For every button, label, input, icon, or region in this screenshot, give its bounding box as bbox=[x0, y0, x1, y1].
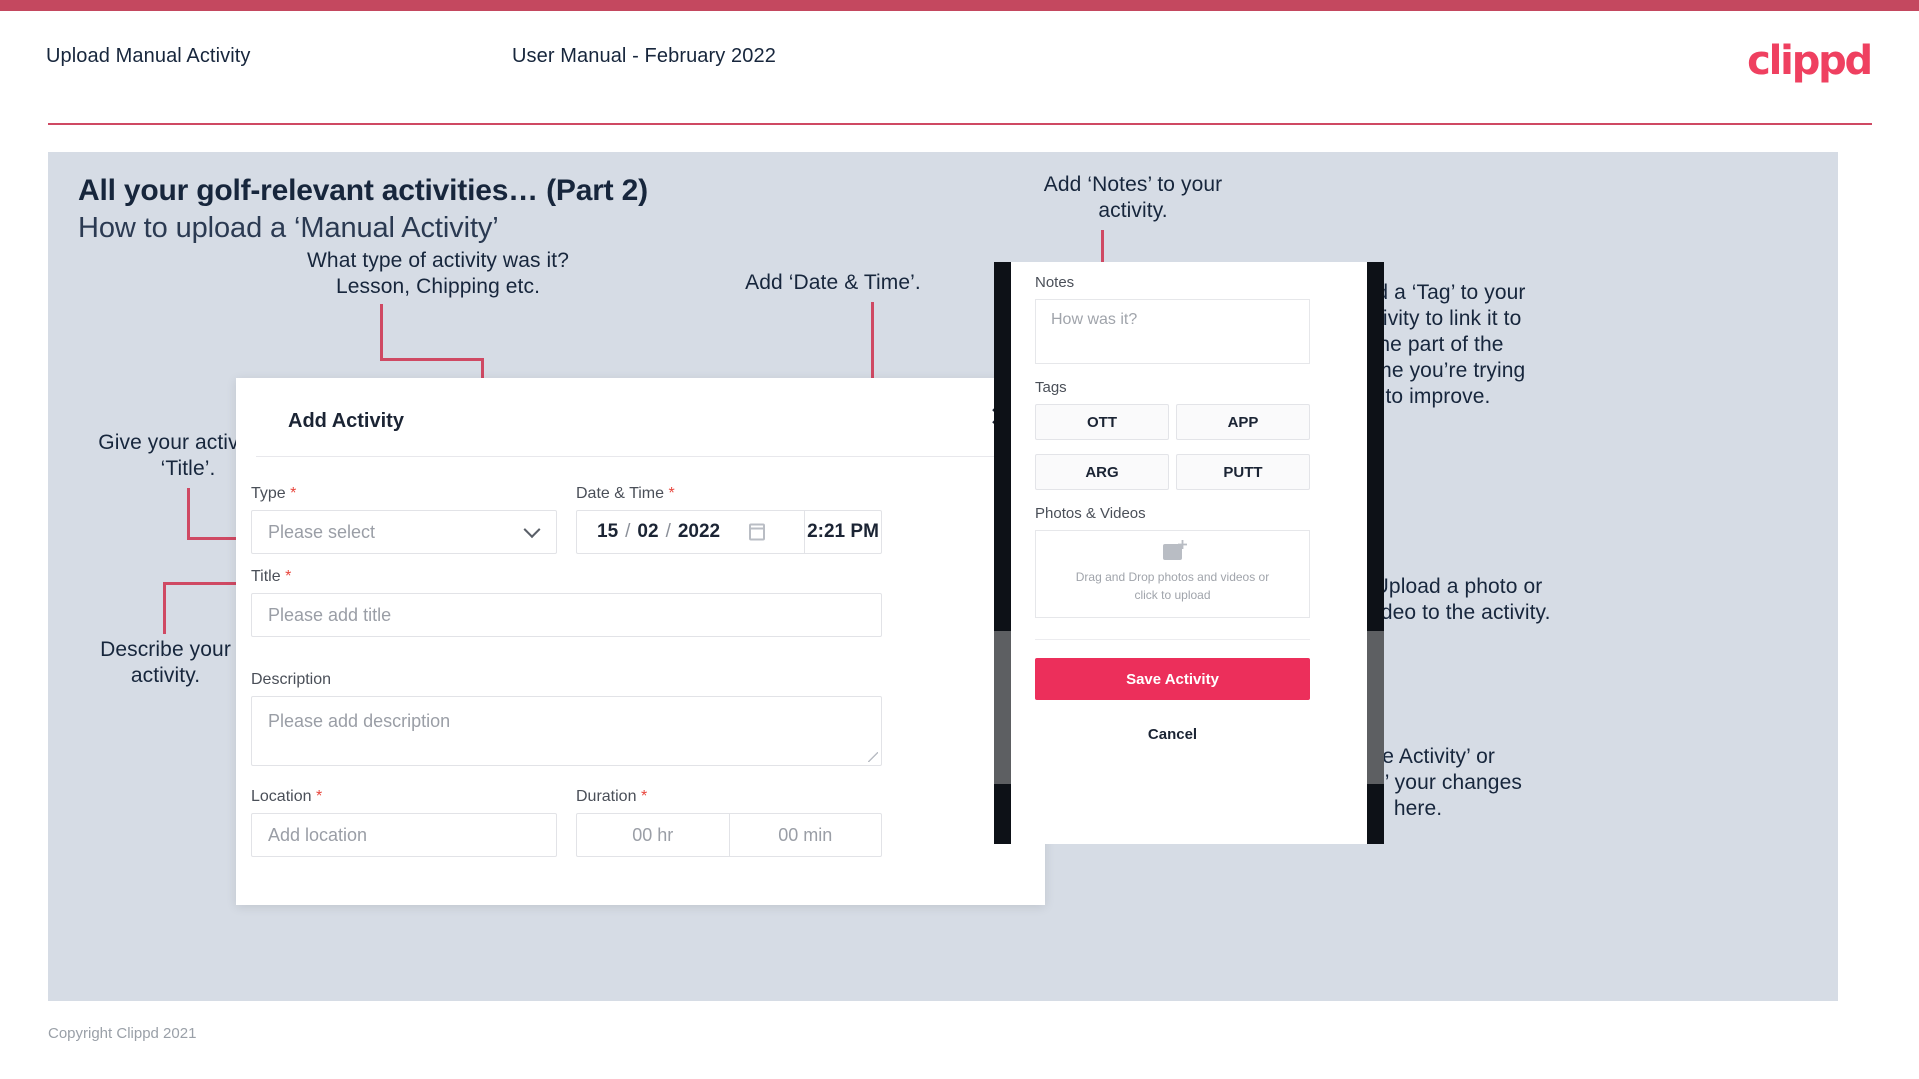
save-activity-button[interactable]: Save Activity bbox=[1035, 658, 1310, 700]
type-required-marker: * bbox=[290, 485, 297, 502]
description-input[interactable]: Please add description bbox=[251, 696, 882, 766]
title-placeholder: Please add title bbox=[268, 604, 392, 625]
duration-label: Duration * bbox=[576, 788, 647, 806]
slide-subheading: How to upload a ‘Manual Activity’ bbox=[78, 212, 499, 244]
footer-copyright: Copyright Clippd 2021 bbox=[48, 1025, 197, 1042]
datetime-label: Date & Time * bbox=[576, 485, 675, 503]
connector-desc-v bbox=[163, 584, 166, 634]
cancel-button[interactable]: Cancel bbox=[1035, 717, 1310, 751]
location-input[interactable]: Add location bbox=[251, 813, 557, 857]
title-input[interactable]: Please add title bbox=[251, 593, 882, 637]
tags-label: Tags bbox=[1035, 379, 1067, 396]
add-activity-dialog: Add Activity ✕ Type * Please select Date… bbox=[236, 378, 1045, 905]
document-subtitle: User Manual - February 2022 bbox=[512, 45, 776, 67]
dropzone-line-2: click to upload bbox=[1134, 588, 1211, 602]
connector-type-h bbox=[380, 358, 484, 361]
calendar-icon[interactable] bbox=[749, 523, 765, 541]
date-sep-1: / bbox=[625, 521, 631, 542]
annotation-datetime: Add ‘Date & Time’. bbox=[745, 271, 921, 294]
location-label-text: Location bbox=[251, 788, 312, 805]
description-label: Description bbox=[251, 671, 331, 689]
annotation-notes: Add ‘Notes’ to your activity. bbox=[1043, 173, 1223, 223]
clippd-logo: clippd bbox=[1747, 38, 1873, 84]
type-select[interactable]: Please select bbox=[251, 510, 557, 554]
datetime-required-marker: * bbox=[668, 485, 675, 502]
tag-arg[interactable]: ARG bbox=[1035, 454, 1169, 490]
date-value[interactable]: 15 / 02 / 2022 bbox=[577, 521, 720, 543]
connector-type-v1 bbox=[380, 304, 383, 361]
description-placeholder: Please add description bbox=[268, 711, 451, 731]
title-label: Title * bbox=[251, 568, 291, 586]
date-sep-2: / bbox=[665, 521, 671, 542]
phone-screen: Notes How was it? Tags OTT APP ARG PUTT bbox=[1011, 262, 1367, 844]
annotation-type: What type of activity was it? Lesson, Ch… bbox=[307, 249, 569, 299]
duration-minutes-input[interactable]: 00 min bbox=[728, 814, 882, 856]
tag-putt[interactable]: PUTT bbox=[1176, 454, 1310, 490]
dropzone-line-1: Drag and Drop photos and videos or bbox=[1075, 570, 1270, 584]
duration-field: 00 hr 00 min bbox=[576, 813, 882, 857]
top-accent-bar bbox=[0, 0, 1919, 11]
phone-divider bbox=[1035, 639, 1310, 640]
title-required-marker: * bbox=[285, 568, 292, 585]
type-label: Type * bbox=[251, 485, 296, 503]
duration-label-text: Duration bbox=[576, 788, 637, 805]
type-placeholder: Please select bbox=[268, 521, 376, 542]
phone-scrollbar-right[interactable] bbox=[1367, 631, 1384, 784]
tag-app[interactable]: APP bbox=[1176, 404, 1310, 440]
type-label-text: Type bbox=[251, 485, 286, 502]
dialog-header-divider bbox=[256, 456, 1025, 457]
notes-input[interactable]: How was it? bbox=[1035, 299, 1310, 364]
tag-ott[interactable]: OTT bbox=[1035, 404, 1169, 440]
slide-heading: All your golf-relevant activities… (Part… bbox=[78, 174, 648, 207]
photos-label: Photos & Videos bbox=[1035, 505, 1146, 522]
page-title: Upload Manual Activity bbox=[46, 45, 251, 67]
location-required-marker: * bbox=[315, 788, 323, 805]
time-value[interactable]: 2:21 PM bbox=[805, 511, 881, 553]
resize-handle-icon[interactable] bbox=[868, 752, 878, 762]
datetime-label-text: Date & Time bbox=[576, 485, 665, 502]
header-divider bbox=[48, 123, 1872, 125]
notes-placeholder: How was it? bbox=[1051, 311, 1138, 328]
description-label-text: Description bbox=[251, 671, 332, 688]
phone-mockup: Notes How was it? Tags OTT APP ARG PUTT bbox=[994, 262, 1384, 844]
slide-page: Upload Manual Activity User Manual - Feb… bbox=[0, 0, 1919, 1079]
duration-hours-input[interactable]: 00 hr bbox=[577, 814, 729, 856]
connector-title-v bbox=[187, 488, 190, 540]
title-label-text: Title bbox=[251, 568, 281, 585]
date-day: 15 bbox=[597, 521, 619, 542]
location-placeholder: Add location bbox=[268, 824, 368, 845]
datetime-field[interactable]: 15 / 02 / 2022 2:21 PM bbox=[576, 510, 882, 554]
date-year: 2022 bbox=[677, 521, 721, 542]
chevron-down-icon bbox=[523, 521, 541, 539]
add-image-icon bbox=[1163, 540, 1187, 560]
photo-dropzone[interactable]: Drag and Drop photos and videos or click… bbox=[1035, 530, 1310, 618]
phone-scrollbar-left[interactable] bbox=[994, 631, 1011, 784]
notes-label: Notes bbox=[1035, 274, 1075, 291]
duration-required-marker: * bbox=[640, 788, 648, 805]
date-month: 02 bbox=[637, 521, 659, 542]
dialog-title: Add Activity bbox=[288, 410, 404, 432]
location-label: Location * bbox=[251, 788, 322, 806]
slide-canvas: All your golf-relevant activities… (Part… bbox=[48, 152, 1838, 1001]
